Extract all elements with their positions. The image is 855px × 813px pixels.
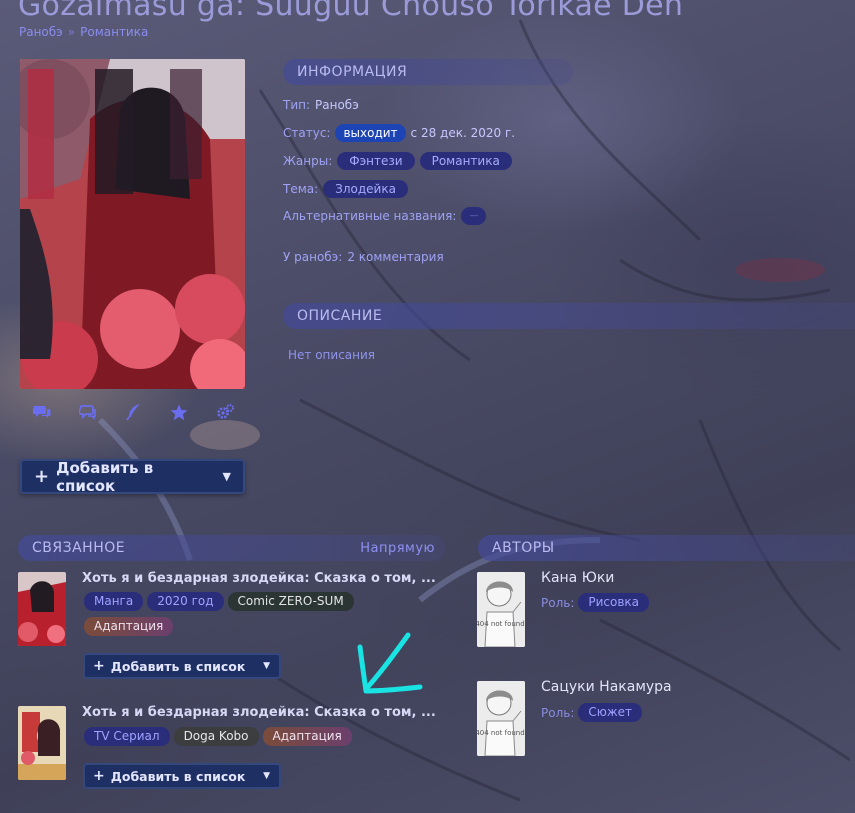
related-tag-kind[interactable]: TV Сериал	[84, 727, 170, 746]
alt-names-label: Альтернативные названия:	[283, 209, 457, 223]
description-text: Нет описания	[288, 348, 376, 362]
info-genres-row: Жанры: Фэнтези Романтика	[283, 152, 512, 170]
related-item-title[interactable]: Хоть я и бездарная злодейка: Сказка о то…	[82, 705, 436, 720]
info-theme-row: Тема: Злодейка	[283, 180, 408, 198]
author-role-row: Роль: Сюжет	[541, 703, 643, 722]
star-icon[interactable]	[169, 402, 189, 422]
related-tag-studio[interactable]: Doga Kobo	[173, 727, 259, 746]
related-tag-publisher[interactable]: Comic ZERO-SUM	[227, 592, 354, 611]
plus-icon: +	[93, 768, 105, 784]
comments-icon[interactable]	[32, 402, 52, 422]
chat-icon[interactable]	[78, 402, 98, 422]
breadcrumb-separator: »	[67, 25, 76, 39]
info-type-row: Тип: Ранобэ	[283, 98, 359, 112]
avatar-placeholder-text: 404 not found	[477, 729, 525, 737]
genre-tag[interactable]: Романтика	[419, 152, 512, 170]
avatar-placeholder-text: 404 not found	[477, 620, 525, 628]
info-section-header: ИНФОРМАЦИЯ	[283, 59, 573, 85]
caret-down-icon[interactable]: ▼	[263, 771, 270, 781]
status-badge[interactable]: выходит	[335, 124, 406, 142]
related-header-label: СВЯЗАННОЕ	[32, 540, 126, 556]
role-tag[interactable]: Сюжет	[578, 703, 643, 722]
authors-header-label: АВТОРЫ	[492, 540, 555, 556]
related-tag-relation[interactable]: Адаптация	[84, 617, 174, 636]
author-avatar[interactable]: 404 not found	[477, 572, 525, 647]
type-value: Ранобэ	[315, 98, 359, 112]
related-thumbnail[interactable]	[18, 572, 66, 646]
author-avatar[interactable]: 404 not found	[477, 681, 525, 756]
info-status-row: Статус: выходит с 28 дек. 2020 г.	[283, 124, 515, 142]
info-header-label: ИНФОРМАЦИЯ	[297, 64, 408, 80]
related-add-label: Добавить в список	[110, 658, 246, 674]
theme-tag[interactable]: Злодейка	[323, 180, 408, 198]
related-tag-relation[interactable]: Адаптация	[262, 727, 352, 746]
breadcrumb: Ранобэ » Романтика	[19, 25, 148, 39]
caret-down-icon[interactable]: ▼	[263, 661, 270, 671]
annotation-arrow	[357, 632, 423, 694]
add-to-list-label: Добавить в список	[56, 458, 154, 495]
related-add-to-list-button[interactable]: + Добавить в список ▼	[83, 653, 281, 679]
plus-icon: +	[34, 465, 50, 487]
comments-link[interactable]: 2 комментария	[347, 250, 443, 264]
plus-icon: +	[93, 658, 105, 674]
cover-action-icons	[20, 402, 245, 422]
related-item-title[interactable]: Хоть я и бездарная злодейка: Сказка о то…	[82, 571, 436, 586]
theme-label: Тема:	[283, 182, 319, 196]
authors-section-header: АВТОРЫ	[478, 535, 855, 561]
quill-icon[interactable]	[124, 402, 144, 422]
role-label: Роль:	[541, 595, 575, 610]
caret-down-icon[interactable]: ▼	[223, 470, 231, 483]
related-item-tags: Манга 2020 год Comic ZERO-SUM	[84, 592, 354, 611]
gears-icon[interactable]	[215, 402, 235, 422]
genres-label: Жанры:	[283, 154, 333, 168]
author-name[interactable]: Сацуки Накамура	[541, 679, 672, 695]
role-tag[interactable]: Рисовка	[578, 593, 650, 612]
role-label: Роль:	[541, 705, 575, 720]
related-tag-kind[interactable]: Манга	[84, 592, 144, 611]
related-section-header: СВЯЗАННОЕ Напрямую	[18, 535, 445, 561]
status-label: Статус:	[283, 126, 331, 140]
related-thumbnail[interactable]	[18, 706, 66, 780]
related-mode-toggle[interactable]: Напрямую	[360, 541, 435, 556]
info-comments-row: У ранобэ: 2 комментария	[283, 250, 444, 264]
author-name[interactable]: Кана Юки	[541, 570, 614, 586]
author-role-row: Роль: Рисовка	[541, 593, 650, 612]
info-alt-names-row: Альтернативные названия: —	[283, 207, 487, 225]
type-label: Тип:	[283, 98, 311, 112]
alt-names-value[interactable]: —	[461, 207, 487, 225]
comments-prefix: У ранобэ:	[283, 250, 343, 264]
description-section-header: ОПИСАНИЕ	[283, 303, 855, 329]
status-since: с 28 дек. 2020 г.	[410, 126, 516, 140]
related-tag-year[interactable]: 2020 год	[147, 592, 224, 611]
related-item-tags: TV Сериал Doga Kobo Адаптация	[84, 727, 352, 746]
related-add-to-list-button[interactable]: + Добавить в список ▼	[83, 763, 281, 789]
cover-image[interactable]	[20, 59, 245, 389]
page-title: Gozaimasu ga: Suuguu Chouso Torikae Den	[18, 0, 684, 23]
related-add-label: Добавить в список	[110, 768, 246, 784]
add-to-list-button[interactable]: + Добавить в список ▼	[20, 458, 245, 495]
description-header-label: ОПИСАНИЕ	[297, 308, 383, 324]
breadcrumb-item-type[interactable]: Ранобэ	[19, 25, 63, 39]
genre-tag[interactable]: Фэнтези	[337, 152, 415, 170]
breadcrumb-item-genre[interactable]: Романтика	[80, 25, 148, 39]
related-item-tags-row2: Адаптация	[84, 615, 174, 636]
